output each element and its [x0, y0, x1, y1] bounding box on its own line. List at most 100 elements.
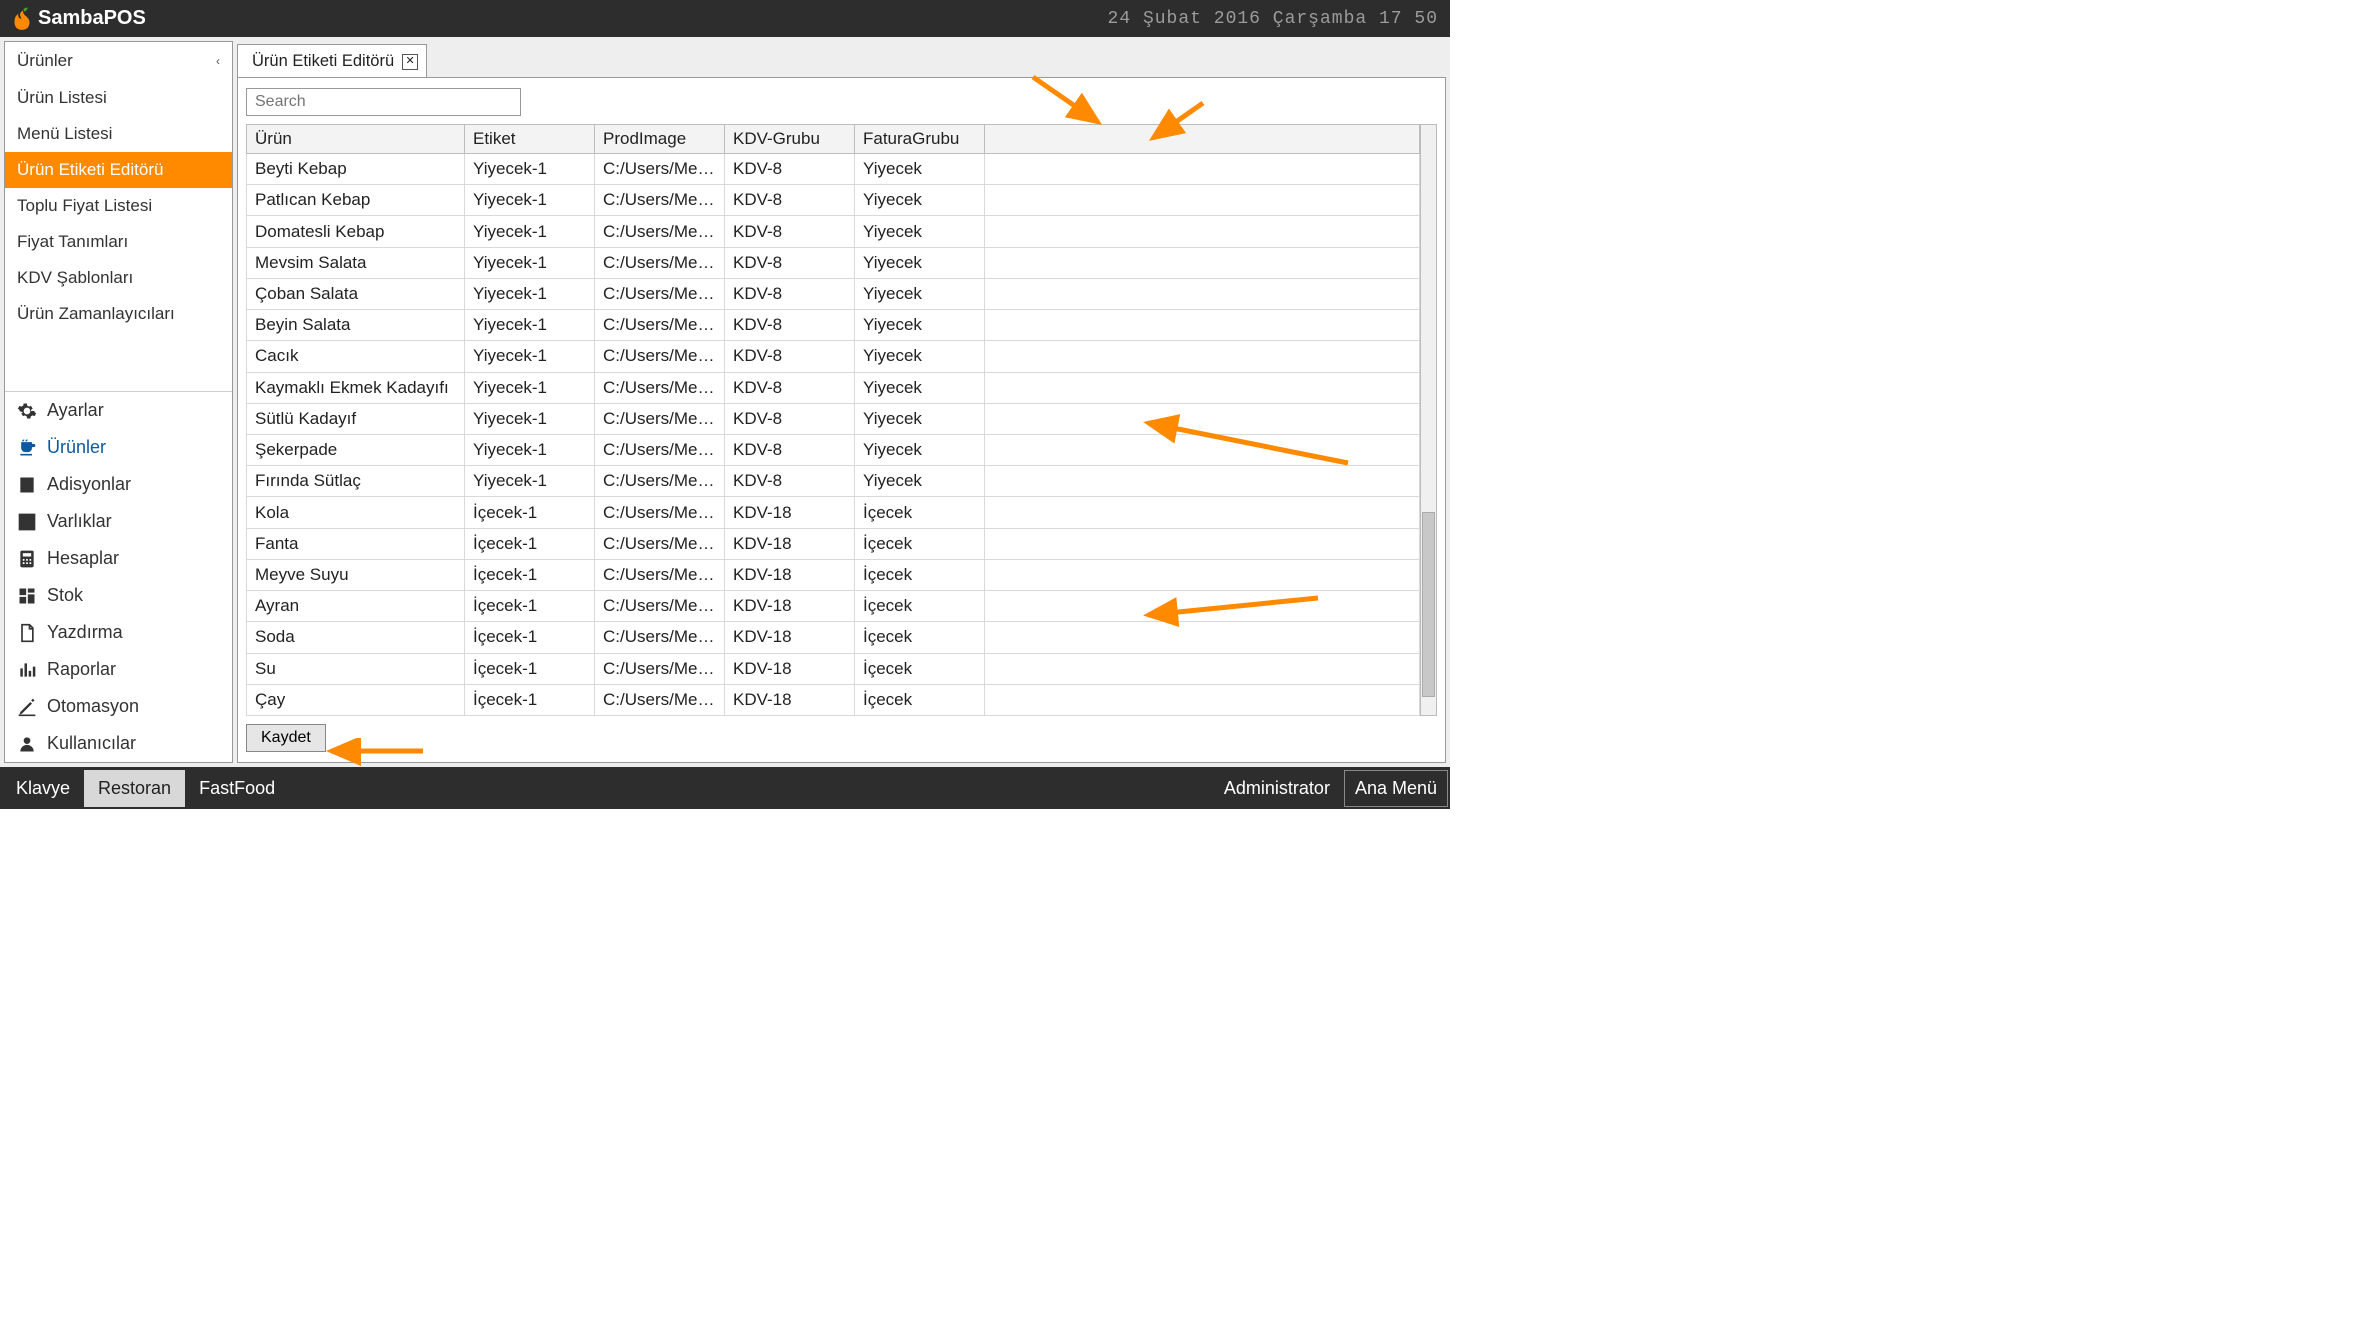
cell[interactable]: C:/Users/Meh... [595, 622, 725, 653]
cell[interactable]: İçecek-1 [465, 559, 595, 590]
cell[interactable]: Ayran [247, 591, 465, 622]
cell[interactable]: KDV-8 [725, 216, 855, 247]
cell[interactable]: Yiyecek [855, 154, 985, 185]
sidebar-item[interactable]: Ürün Zamanlayıcıları [5, 296, 232, 332]
scrollbar-thumb[interactable] [1422, 512, 1435, 697]
cell[interactable]: KDV-8 [725, 372, 855, 403]
cell[interactable]: C:/Users/Meh... [595, 310, 725, 341]
table-row[interactable]: Beyti KebapYiyecek-1C:/Users/Meh...KDV-8… [247, 154, 1420, 185]
table-row[interactable]: ŞekerpadeYiyecek-1C:/Users/Meh...KDV-8Yi… [247, 434, 1420, 465]
sidebar-nav-document[interactable]: Yazdırma [5, 614, 232, 651]
column-header[interactable]: FaturaGrubu [855, 125, 985, 154]
cell[interactable]: Çoban Salata [247, 278, 465, 309]
column-header[interactable]: ProdImage [595, 125, 725, 154]
sidebar-nav-cup[interactable]: Ürünler [5, 429, 232, 466]
table-row[interactable]: Patlıcan KebapYiyecek-1C:/Users/Meh...KD… [247, 185, 1420, 216]
cell[interactable]: C:/Users/Meh... [595, 185, 725, 216]
cell[interactable]: C:/Users/Meh... [595, 154, 725, 185]
cell[interactable]: Kola [247, 497, 465, 528]
cell[interactable]: C:/Users/Meh... [595, 497, 725, 528]
cell[interactable]: C:/Users/Meh... [595, 434, 725, 465]
cell[interactable]: İçecek [855, 653, 985, 684]
cell[interactable]: KDV-18 [725, 684, 855, 715]
cell[interactable]: Yiyecek [855, 434, 985, 465]
cell[interactable]: KDV-18 [725, 622, 855, 653]
sidebar-section-header[interactable]: Ürünler ‹ [5, 42, 232, 80]
table-row[interactable]: Kolaİçecek-1C:/Users/Meh...KDV-18İçecek [247, 497, 1420, 528]
cell[interactable]: C:/Users/Meh... [595, 684, 725, 715]
table-row[interactable]: Sodaİçecek-1C:/Users/Meh...KDV-18İçecek [247, 622, 1420, 653]
cell[interactable]: Patlıcan Kebap [247, 185, 465, 216]
cell[interactable]: İçecek [855, 591, 985, 622]
table-row[interactable]: Sütlü KadayıfYiyecek-1C:/Users/Meh...KDV… [247, 403, 1420, 434]
cell[interactable]: Soda [247, 622, 465, 653]
cell[interactable]: Şekerpade [247, 434, 465, 465]
cell[interactable]: Yiyecek [855, 247, 985, 278]
sidebar-item[interactable]: Ürün Listesi [5, 80, 232, 116]
cell[interactable]: İçecek-1 [465, 684, 595, 715]
sidebar-item[interactable]: Ürün Etiketi Editörü [5, 152, 232, 188]
cell[interactable]: Yiyecek [855, 216, 985, 247]
cell[interactable]: C:/Users/Meh... [595, 466, 725, 497]
cell[interactable]: İçecek-1 [465, 497, 595, 528]
column-header[interactable]: KDV-Grubu [725, 125, 855, 154]
table-row[interactable]: Domatesli KebapYiyecek-1C:/Users/Meh...K… [247, 216, 1420, 247]
table-row[interactable]: Mevsim SalataYiyecek-1C:/Users/Meh...KDV… [247, 247, 1420, 278]
cell[interactable]: İçecek [855, 497, 985, 528]
cell[interactable]: Yiyecek-1 [465, 185, 595, 216]
cell[interactable]: İçecek-1 [465, 622, 595, 653]
cell[interactable]: KDV-8 [725, 466, 855, 497]
cell[interactable]: Yiyecek-1 [465, 403, 595, 434]
vertical-scrollbar[interactable] [1420, 124, 1437, 716]
sidebar-nav-book[interactable]: Adisyonlar [5, 466, 232, 503]
cell[interactable]: İçecek [855, 528, 985, 559]
table-row[interactable]: Suİçecek-1C:/Users/Meh...KDV-18İçecek [247, 653, 1420, 684]
cell[interactable]: Yiyecek-1 [465, 372, 595, 403]
cell[interactable]: C:/Users/Meh... [595, 528, 725, 559]
table-row[interactable]: Kaymaklı Ekmek KadayıfıYiyecek-1C:/Users… [247, 372, 1420, 403]
cell[interactable]: KDV-8 [725, 341, 855, 372]
cell[interactable]: KDV-8 [725, 403, 855, 434]
cell[interactable]: KDV-8 [725, 185, 855, 216]
sidebar-item[interactable]: Fiyat Tanımları [5, 224, 232, 260]
cell[interactable]: Yiyecek [855, 466, 985, 497]
column-header[interactable]: Etiket [465, 125, 595, 154]
cell[interactable]: KDV-8 [725, 247, 855, 278]
workspace-button[interactable]: Klavye [2, 770, 84, 807]
cell[interactable]: Beyti Kebap [247, 154, 465, 185]
cell[interactable]: C:/Users/Meh... [595, 341, 725, 372]
cell[interactable]: C:/Users/Meh... [595, 247, 725, 278]
cell[interactable]: Beyin Salata [247, 310, 465, 341]
cell[interactable]: Meyve Suyu [247, 559, 465, 590]
cell[interactable]: Su [247, 653, 465, 684]
cell[interactable]: Mevsim Salata [247, 247, 465, 278]
workspace-button[interactable]: FastFood [185, 770, 289, 807]
sidebar-nav-bars[interactable]: Raporlar [5, 651, 232, 688]
column-header[interactable]: Ürün [247, 125, 465, 154]
cell[interactable]: Sütlü Kadayıf [247, 403, 465, 434]
table-row[interactable]: Ayranİçecek-1C:/Users/Meh...KDV-18İçecek [247, 591, 1420, 622]
sidebar-nav-calc[interactable]: Hesaplar [5, 540, 232, 577]
cell[interactable]: Yiyecek-1 [465, 278, 595, 309]
cell[interactable]: KDV-18 [725, 591, 855, 622]
table-row[interactable]: Çoban SalataYiyecek-1C:/Users/Meh...KDV-… [247, 278, 1420, 309]
cell[interactable]: C:/Users/Meh... [595, 591, 725, 622]
close-icon[interactable]: ✕ [402, 54, 418, 70]
cell[interactable]: Yiyecek-1 [465, 341, 595, 372]
cell[interactable]: Yiyecek-1 [465, 154, 595, 185]
table-row[interactable]: Çayİçecek-1C:/Users/Meh...KDV-18İçecek [247, 684, 1420, 715]
cell[interactable]: KDV-18 [725, 559, 855, 590]
table-row[interactable]: Fırında SütlaçYiyecek-1C:/Users/Meh...KD… [247, 466, 1420, 497]
table-row[interactable]: Fantaİçecek-1C:/Users/Meh...KDV-18İçecek [247, 528, 1420, 559]
sidebar-nav-pencil[interactable]: Otomasyon [5, 688, 232, 725]
cell[interactable]: Kaymaklı Ekmek Kadayıfı [247, 372, 465, 403]
cell[interactable]: İçecek [855, 559, 985, 590]
sidebar-item[interactable]: Menü Listesi [5, 116, 232, 152]
cell[interactable]: C:/Users/Meh... [595, 653, 725, 684]
cell[interactable]: C:/Users/Meh... [595, 216, 725, 247]
cell[interactable]: Çay [247, 684, 465, 715]
sidebar-nav-user[interactable]: Kullanıcılar [5, 725, 232, 762]
table-row[interactable]: Meyve Suyuİçecek-1C:/Users/Meh...KDV-18İ… [247, 559, 1420, 590]
cell[interactable]: KDV-18 [725, 528, 855, 559]
sidebar-nav-dashboard[interactable]: Stok [5, 577, 232, 614]
